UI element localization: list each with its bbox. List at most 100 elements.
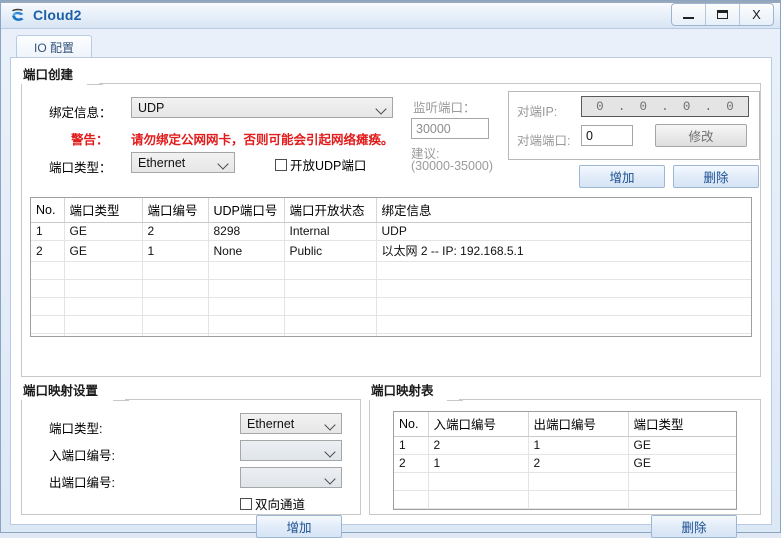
table-row-empty[interactable] <box>31 261 751 280</box>
table-row-empty[interactable] <box>31 333 751 336</box>
bind-info-value: UDP <box>138 100 165 115</box>
map-port-type-label: 端口类型: <box>49 422 103 436</box>
peer-ip-octet-3: 0 <box>682 99 691 114</box>
peer-port-label: 对端端口: <box>517 134 571 148</box>
group-port-map-table-topline <box>459 399 761 400</box>
bind-info-combo[interactable]: UDP <box>131 97 393 118</box>
chevron-down-icon <box>324 446 336 458</box>
peer-ip-label: 对端IP: <box>517 105 558 119</box>
group-port-map-table-title: 端口映射表 <box>369 383 438 400</box>
port-add-button[interactable]: 增加 <box>579 165 665 188</box>
maximize-button[interactable] <box>706 4 740 25</box>
cell-bind-info: UDP <box>376 222 751 241</box>
table-row-empty[interactable] <box>394 508 736 509</box>
cell-port-type: GE <box>64 222 143 241</box>
cell-port-number: 1 <box>142 240 209 262</box>
peer-port-input[interactable]: 0 <box>581 125 633 146</box>
col-open-status: 端口开放状态 <box>284 198 377 223</box>
col-port-number: 端口编号 <box>142 198 209 223</box>
chevron-down-icon <box>324 473 336 485</box>
cell-in-port: 2 <box>428 436 529 455</box>
ip-separator: . <box>617 99 626 114</box>
cell-out-port: 1 <box>528 436 629 455</box>
checkbox-box <box>240 497 252 510</box>
port-add-label: 增加 <box>609 171 635 185</box>
group-port-map-settings-topline <box>125 399 361 400</box>
col-no: No. <box>394 412 429 437</box>
table-row-empty[interactable] <box>31 279 751 298</box>
port-map-body: 1 2 1 GE 2 1 2 GE <box>394 436 736 509</box>
listen-port-label: 监听端口： <box>413 101 476 115</box>
col-udp-port: UDP端口号 <box>208 198 285 223</box>
table-row[interactable]: 1 GE 2 8298 Internal UDP <box>31 222 751 241</box>
port-type-label: 端口类型： <box>49 161 112 175</box>
modify-button[interactable]: 修改 <box>655 124 747 147</box>
cell-in-port: 1 <box>428 454 529 473</box>
warning-text: 请勿绑定公网网卡，否则可能会引起网络瘫痪。 <box>131 133 394 147</box>
cell-port-type: GE <box>64 240 143 262</box>
tab-io-config[interactable]: IO 配置 <box>16 35 92 58</box>
col-out-port: 出端口编号 <box>528 412 629 437</box>
map-add-label: 增加 <box>286 521 312 535</box>
port-delete-label: 删除 <box>703 171 729 185</box>
cell-port-type: GE <box>628 436 736 455</box>
group-port-create-topline <box>99 83 761 84</box>
modify-button-label: 修改 <box>688 130 714 144</box>
open-udp-port-label: 开放UDP端口 <box>290 159 367 173</box>
table-row-empty[interactable] <box>31 315 751 334</box>
map-in-port-combo[interactable] <box>240 440 342 461</box>
map-in-port-label: 入端口编号: <box>49 449 115 463</box>
col-bind-info: 绑定信息 <box>376 198 751 223</box>
table-row-empty[interactable] <box>394 472 736 491</box>
peer-ip-input[interactable]: 0 . 0 . 0 . 0 <box>581 96 749 117</box>
chevron-down-icon <box>324 419 336 431</box>
window-title: Cloud2 <box>33 6 82 23</box>
listen-port-input[interactable]: 30000 <box>411 118 489 139</box>
table-row[interactable]: 2 GE 1 None Public 以太网 2 -- IP: 192.168.… <box>31 240 751 262</box>
bidirectional-label: 双向通道 <box>255 498 306 512</box>
tab-label: IO 配置 <box>33 40 74 55</box>
map-delete-label: 删除 <box>681 521 707 535</box>
bidirectional-checkbox[interactable]: 双向通道 <box>240 494 305 513</box>
port-list-table[interactable]: No. 端口类型 端口编号 UDP端口号 端口开放状态 绑定信息 1 GE 2 … <box>30 197 752 337</box>
col-port-type: 端口类型 <box>628 412 736 437</box>
cloud-icon <box>9 6 27 24</box>
port-delete-button[interactable]: 删除 <box>673 165 759 188</box>
col-in-port: 入端口编号 <box>428 412 529 437</box>
map-port-type-combo[interactable]: Ethernet <box>240 413 342 434</box>
table-row-empty[interactable] <box>31 297 751 316</box>
cell-udp-port: None <box>208 240 285 262</box>
warning-label: 警告： <box>71 133 109 147</box>
cell-no: 1 <box>31 222 65 241</box>
map-add-button[interactable]: 增加 <box>256 515 342 538</box>
minimize-button[interactable] <box>672 4 706 25</box>
port-list-grid: No. 端口类型 端口编号 UDP端口号 端口开放状态 绑定信息 1 GE 2 … <box>31 198 751 336</box>
port-map-grid-wrap[interactable]: No. 入端口编号 出端口编号 端口类型 1 2 1 GE 2 1 2 GE <box>393 411 737 510</box>
cell-out-port: 2 <box>528 454 629 473</box>
table-row[interactable]: 2 1 2 GE <box>394 454 736 473</box>
port-type-combo[interactable]: Ethernet <box>131 152 235 173</box>
cell-bind-info: 以太网 2 -- IP: 192.168.5.1 <box>376 240 751 262</box>
listen-port-value: 30000 <box>416 121 451 136</box>
peer-port-value: 0 <box>586 128 593 143</box>
table-row[interactable]: 1 2 1 GE <box>394 436 736 455</box>
cell-port-number: 2 <box>142 222 209 241</box>
map-delete-button[interactable]: 删除 <box>651 515 737 538</box>
peer-ip-octet-1: 0 <box>596 99 604 114</box>
cell-open-status: Public <box>284 240 377 262</box>
map-out-port-combo[interactable] <box>240 467 342 488</box>
close-icon: X <box>752 7 761 22</box>
group-port-create: 端口创建 绑定信息： UDP 警告： 请勿绑定公网网卡，否则可能会引起网络瘫痪。… <box>21 67 761 377</box>
table-row-empty[interactable] <box>394 490 736 509</box>
cell-no: 2 <box>31 240 65 262</box>
ip-separator: . <box>704 99 713 114</box>
peer-ip-octet-2: 0 <box>639 99 648 114</box>
group-port-create-title: 端口创建 <box>21 67 78 84</box>
close-button[interactable]: X <box>740 4 773 25</box>
open-udp-port-checkbox[interactable]: 开放UDP端口 <box>275 155 366 174</box>
tab-row: IO 配置 <box>10 34 772 58</box>
window-controls: X <box>671 3 774 26</box>
group-port-map-settings: 端口映射设置 端口类型: Ethernet 入端口编号: 出端口编号: 双向通道… <box>21 383 361 538</box>
tab-panel-io-config: 端口创建 绑定信息： UDP 警告： 请勿绑定公网网卡，否则可能会引起网络瘫痪。… <box>10 57 772 538</box>
title-bar: Cloud2 X <box>1 1 780 29</box>
